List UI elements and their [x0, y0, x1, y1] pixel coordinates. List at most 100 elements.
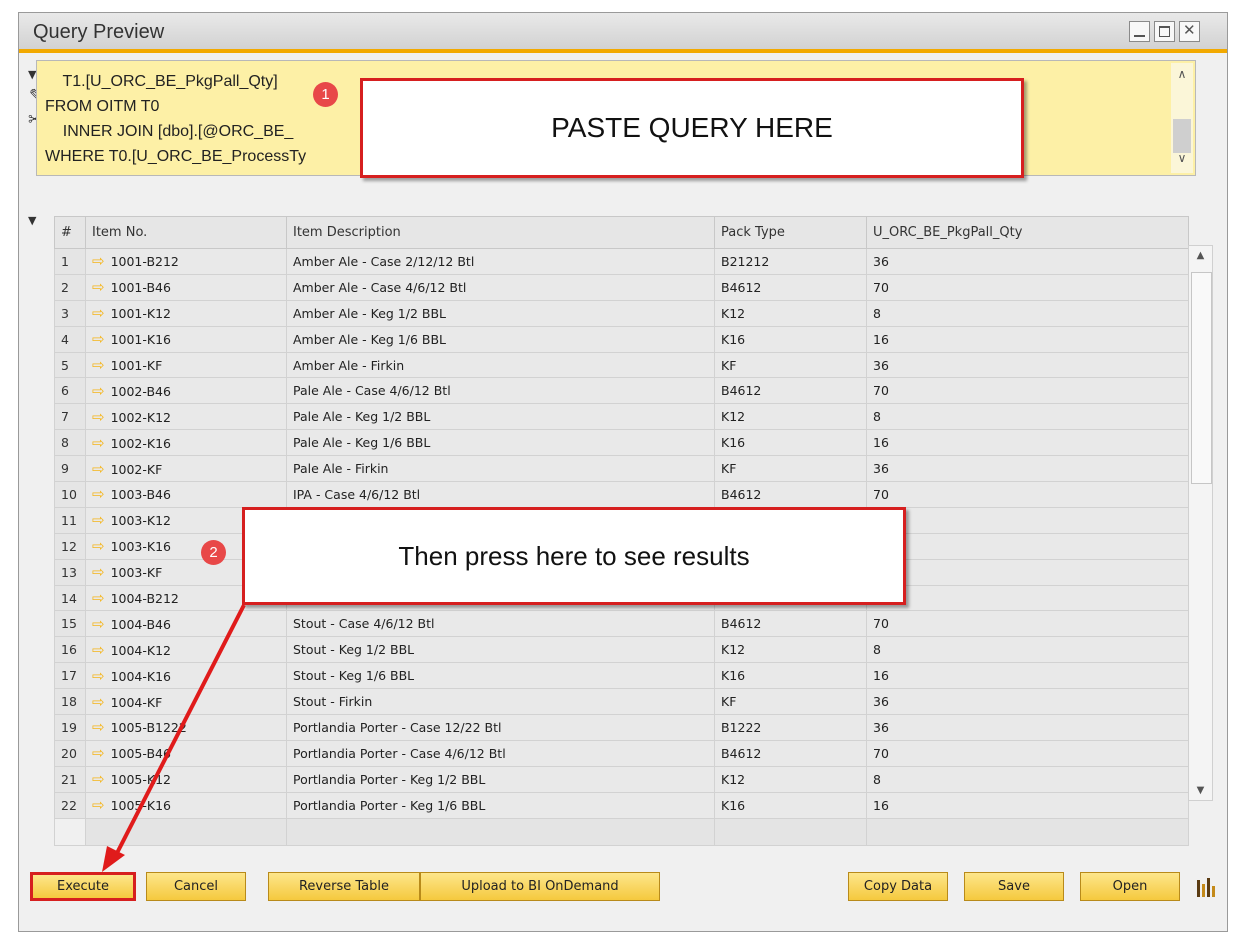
cancel-button[interactable]: Cancel	[146, 872, 246, 901]
item-no-cell[interactable]: ⇨ 1004-K16	[85, 662, 287, 690]
orange-arrow-icon[interactable]: ⇨	[92, 278, 105, 296]
item-no-cell[interactable]: ⇨ 1001-B46	[85, 273, 287, 301]
orange-arrow-icon[interactable]: ⇨	[92, 356, 105, 374]
row-number: 22	[54, 791, 86, 819]
item-no-cell[interactable]: ⇨ 1005-B46	[85, 739, 287, 767]
item-no-text: 1002-K16	[110, 435, 172, 451]
item-no-cell[interactable]: ⇨ 1003-B46	[85, 481, 287, 508]
item-no-cell[interactable]: ⇨ 1005-K16	[85, 791, 287, 819]
orange-arrow-icon[interactable]: ⇨	[92, 408, 105, 426]
orange-arrow-icon[interactable]: ⇨	[92, 796, 105, 814]
item-no-cell[interactable]: ⇨ 1001-K16	[85, 325, 287, 353]
orange-arrow-icon[interactable]: ⇨	[92, 485, 105, 503]
scroll-up-icon[interactable]: ∧	[1171, 67, 1193, 85]
table-row[interactable]: 20 ⇨ 1005-B46 Portlandia Porter - Case 4/6/…	[54, 739, 1189, 767]
column-header[interactable]: Item Description	[286, 216, 715, 249]
pkgpall-qty-cell: 8	[866, 765, 1189, 793]
item-no-cell[interactable]: ⇨ 1001-K12	[85, 299, 287, 327]
scroll-down-icon[interactable]: ▼	[1189, 785, 1212, 796]
pkgpall-qty-cell: 36	[866, 714, 1189, 741]
table-row[interactable]: 9 ⇨ 1002-KF Pale Ale - Firkin KF 36	[54, 455, 1189, 483]
grid-scrollbar[interactable]: ▲ ▼	[1188, 245, 1213, 801]
item-no-cell[interactable]: ⇨ 1005-B1222	[85, 714, 287, 741]
item-no-cell[interactable]: ⇨ 1004-K12	[85, 636, 287, 664]
triangle-down-icon[interactable]: ▼	[28, 213, 36, 228]
save-button[interactable]: Save	[964, 872, 1064, 901]
orange-arrow-icon[interactable]: ⇨	[92, 641, 105, 659]
empty-cell	[54, 817, 86, 846]
orange-arrow-icon[interactable]: ⇨	[92, 718, 105, 736]
copy-data-button[interactable]: Copy Data	[848, 872, 948, 901]
column-header[interactable]: Item No.	[85, 216, 287, 249]
pack-type-cell: B4612	[714, 481, 867, 508]
orange-arrow-icon[interactable]: ⇨	[92, 589, 105, 607]
item-description-cell: Pale Ale - Firkin	[286, 455, 715, 483]
table-row[interactable]: 22 ⇨ 1005-K16 Portlandia Porter - Keg 1/6 B…	[54, 791, 1189, 819]
pkgpall-qty-cell: 70	[866, 377, 1189, 405]
item-no-cell[interactable]: ⇨ 1002-K12	[85, 403, 287, 431]
item-no-cell[interactable]: ⇨ 1004-KF	[85, 688, 287, 716]
table-row[interactable]: 19 ⇨ 1005-B1222 Portlandia Porter - Case 12…	[54, 714, 1189, 741]
table-row[interactable]: 1 ⇨ 1001-B212 Amber Ale - Case 2/12/12 Btl B…	[54, 248, 1189, 275]
item-no-cell[interactable]: ⇨ 1002-KF	[85, 455, 287, 483]
column-header[interactable]: #	[54, 216, 86, 249]
table-row[interactable]: 17 ⇨ 1004-K16 Stout - Keg 1/6 BBL K16 16	[54, 662, 1189, 690]
item-description-cell: Amber Ale - Keg 1/2 BBL	[286, 299, 715, 327]
item-no-cell[interactable]: ⇨ 1005-K12	[85, 765, 287, 793]
orange-arrow-icon[interactable]: ⇨	[92, 330, 105, 348]
orange-arrow-icon[interactable]: ⇨	[92, 693, 105, 711]
item-no-cell[interactable]: ⇨ 1002-K16	[85, 429, 287, 457]
item-no-cell[interactable]: ⇨ 1001-B212	[85, 248, 287, 275]
pack-type-cell: KF	[714, 455, 867, 483]
query-line: INNER JOIN [dbo].[@ORC_BE_	[45, 123, 294, 140]
column-header[interactable]: Pack Type	[714, 216, 867, 249]
table-row[interactable]: 15 ⇨ 1004-B46 Stout - Case 4/6/12 Btl B4612 7…	[54, 610, 1189, 638]
table-row[interactable]: 10 ⇨ 1003-B46 IPA - Case 4/6/12 Btl B4612 70	[54, 481, 1189, 508]
orange-arrow-icon[interactable]: ⇨	[92, 667, 105, 685]
scroll-down-icon[interactable]: ∨	[1171, 151, 1193, 169]
table-row[interactable]: 6 ⇨ 1002-B46 Pale Ale - Case 4/6/12 Btl B461…	[54, 377, 1189, 405]
item-no-cell[interactable]: ⇨ 1002-B46	[85, 377, 287, 405]
orange-arrow-icon[interactable]: ⇨	[92, 304, 105, 322]
orange-arrow-icon[interactable]: ⇨	[92, 434, 105, 452]
scroll-thumb[interactable]	[1173, 119, 1191, 153]
orange-arrow-icon[interactable]: ⇨	[92, 382, 105, 400]
orange-arrow-icon[interactable]: ⇨	[92, 537, 105, 555]
orange-arrow-icon[interactable]: ⇨	[92, 563, 105, 581]
close-button[interactable]	[1179, 21, 1200, 42]
table-row[interactable]: 21 ⇨ 1005-K12 Portlandia Porter - Keg 1/2 B…	[54, 765, 1189, 793]
execute-button[interactable]: Execute	[30, 872, 136, 901]
query-scrollbar[interactable]: ∧ ∨	[1171, 63, 1193, 173]
orange-arrow-icon[interactable]: ⇨	[92, 460, 105, 478]
orange-arrow-icon[interactable]: ⇨	[92, 744, 105, 762]
minimize-button[interactable]	[1129, 21, 1150, 42]
scroll-thumb[interactable]	[1191, 272, 1212, 484]
table-row[interactable]: 18 ⇨ 1004-KF Stout - Firkin KF 36	[54, 688, 1189, 716]
table-row[interactable]: 16 ⇨ 1004-K12 Stout - Keg 1/2 BBL K12 8	[54, 636, 1189, 664]
orange-arrow-icon[interactable]: ⇨	[92, 252, 105, 270]
open-button[interactable]: Open	[1080, 872, 1180, 901]
item-no-cell[interactable]: ⇨ 1004-B46	[85, 610, 287, 638]
table-row[interactable]: 4 ⇨ 1001-K16 Amber Ale - Keg 1/6 BBL K16 16	[54, 325, 1189, 353]
table-row[interactable]: 3 ⇨ 1001-K12 Amber Ale - Keg 1/2 BBL K12 8	[54, 299, 1189, 327]
upload-bi-ondemand-button[interactable]: Upload to BI OnDemand	[420, 872, 660, 901]
table-row[interactable]: 8 ⇨ 1002-K16 Pale Ale - Keg 1/6 BBL K16 16	[54, 429, 1189, 457]
orange-arrow-icon[interactable]: ⇨	[92, 615, 105, 633]
table-row[interactable]: 2 ⇨ 1001-B46 Amber Ale - Case 4/6/12 Btl B46…	[54, 273, 1189, 301]
item-no-cell[interactable]: ⇨ 1001-KF	[85, 351, 287, 379]
reverse-table-button[interactable]: Reverse Table	[268, 872, 420, 901]
empty-cell	[714, 817, 867, 846]
table-row[interactable]: 5 ⇨ 1001-KF Amber Ale - Firkin KF 36	[54, 351, 1189, 379]
bar-chart-icon[interactable]	[1196, 876, 1216, 898]
table-row[interactable]: 7 ⇨ 1002-K12 Pale Ale - Keg 1/2 BBL K12 8	[54, 403, 1189, 431]
scroll-up-icon[interactable]: ▲	[1189, 250, 1212, 261]
pkgpall-qty-cell: 70	[866, 610, 1189, 638]
orange-arrow-icon[interactable]: ⇨	[92, 770, 105, 788]
pack-type-cell: K12	[714, 765, 867, 793]
orange-arrow-icon[interactable]: ⇨	[92, 511, 105, 529]
row-number: 14	[54, 584, 86, 612]
maximize-button[interactable]	[1154, 21, 1175, 42]
column-header[interactable]: U_ORC_BE_PkgPall_Qty	[866, 216, 1189, 249]
paste-query-callout-text: PASTE QUERY HERE	[551, 112, 833, 143]
step-badge-1: 1	[313, 82, 338, 107]
